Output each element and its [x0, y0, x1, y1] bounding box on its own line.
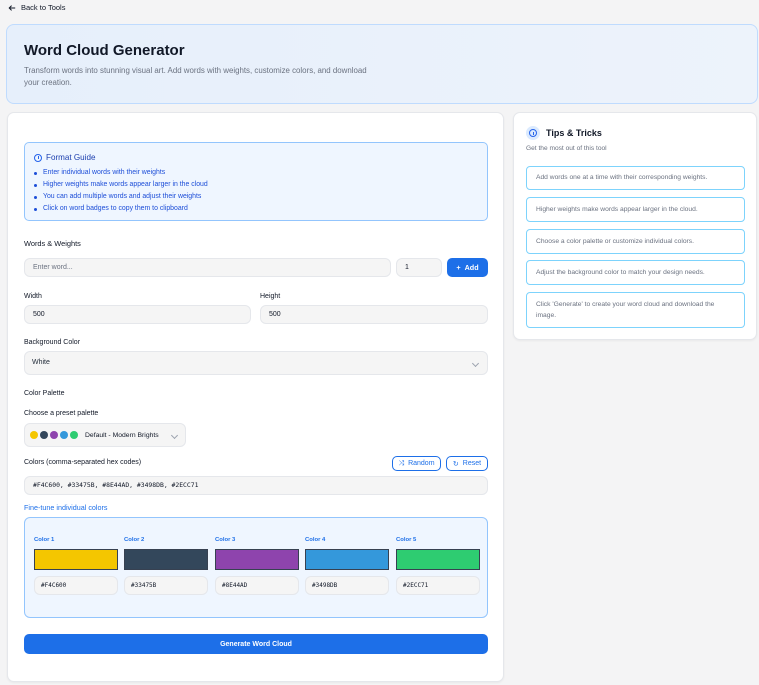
tips-panel: Tips & Tricks Get the most out of this t… [513, 112, 757, 340]
reset-button[interactable]: ↻ Reset [446, 456, 488, 471]
swatch-label: Color 5 [396, 537, 417, 543]
swatch-hex-input[interactable]: #3498DB [305, 576, 389, 595]
color-swatch-group: Color 2 #33475B [124, 537, 208, 595]
word-input[interactable]: Enter word... [24, 258, 391, 277]
chevron-down-icon [170, 431, 179, 440]
refresh-icon: ↻ [452, 460, 459, 468]
color-picker[interactable] [396, 549, 480, 570]
page-title: Word Cloud Generator [24, 42, 185, 59]
tip-item: Add words one at a time with their corre… [526, 166, 745, 190]
background-color-select[interactable]: White [24, 351, 488, 375]
tip-item: Choose a color palette or customize indi… [526, 229, 745, 254]
info-icon [34, 153, 42, 162]
guide-item: Enter individual words with their weight… [34, 167, 208, 179]
fine-tune-label: Fine-tune individual colors [24, 503, 108, 512]
fine-tune-panel: Color 1 #F4C600 Color 2 #33475B Color 3 … [24, 517, 488, 618]
color-swatch-group: Color 5 #2ECC71 [396, 537, 480, 595]
swatch-label: Color 2 [124, 537, 145, 543]
palette-dot [70, 431, 78, 439]
format-guide: Format Guide Enter individual words with… [24, 142, 488, 221]
page-header: Word Cloud Generator Transform words int… [6, 24, 758, 104]
page-subtitle: Transform words into stunning visual art… [24, 66, 367, 87]
height-label: Height [260, 293, 281, 300]
format-guide-title: Format Guide [34, 153, 95, 162]
info-icon [526, 126, 540, 140]
swatch-hex-input[interactable]: #33475B [124, 576, 208, 595]
generator-panel: Format Guide Enter individual words with… [7, 112, 504, 682]
guide-item: Higher weights make words appear larger … [34, 179, 208, 191]
swatch-label: Color 4 [305, 537, 326, 543]
shuffle-icon: ⤨ [398, 459, 405, 467]
generate-word-cloud-button[interactable]: Generate Word Cloud [24, 634, 488, 654]
color-palette-label: Color Palette [24, 390, 65, 397]
palette-dot [50, 431, 58, 439]
swatch-hex-input[interactable]: #F4C600 [34, 576, 118, 595]
add-word-button[interactable]: + Add [447, 258, 488, 277]
swatch-label: Color 3 [215, 537, 236, 543]
swatch-label: Color 1 [34, 537, 55, 543]
background-color-label: Background Color [24, 339, 81, 346]
tip-item: Click 'Generate' to create your word clo… [526, 292, 745, 328]
colors-hex-input[interactable]: #F4C600, #33475B, #8E44AD, #3498DB, #2EC… [24, 476, 488, 495]
palette-dot [30, 431, 38, 439]
color-picker[interactable] [34, 549, 118, 570]
tip-item: Adjust the background color to match you… [526, 260, 745, 285]
guide-item: Click on word badges to copy them to cli… [34, 203, 208, 215]
width-label: Width [24, 293, 42, 300]
preset-palette-value: Default - Modern Brights [85, 431, 159, 439]
width-input[interactable]: 500 [24, 305, 251, 324]
chevron-down-icon [471, 359, 480, 368]
color-swatch-group: Color 4 #3498DB [305, 537, 389, 595]
format-guide-list: Enter individual words with their weight… [34, 167, 208, 215]
color-picker[interactable] [124, 549, 208, 570]
tips-title: Tips & Tricks [526, 126, 602, 140]
preset-palette-select[interactable]: Default - Modern Brights [24, 423, 186, 447]
arrow-left-icon [8, 4, 16, 11]
palette-dot [40, 431, 48, 439]
swatch-hex-input[interactable]: #8E44AD [215, 576, 299, 595]
tip-item: Higher weights make words appear larger … [526, 197, 745, 222]
guide-item: You can add multiple words and adjust th… [34, 191, 208, 203]
background-color-value: White [32, 359, 50, 366]
palette-dot [60, 431, 68, 439]
back-label: Back to Tools [21, 3, 66, 12]
color-swatch-group: Color 1 #F4C600 [34, 537, 118, 595]
color-swatch-group: Color 3 #8E44AD [215, 537, 299, 595]
swatch-hex-input[interactable]: #2ECC71 [396, 576, 480, 595]
preset-palette-label: Choose a preset palette [24, 410, 99, 417]
back-to-tools-link[interactable]: Back to Tools [8, 3, 65, 12]
colors-hex-label: Colors (comma-separated hex codes) [24, 459, 142, 466]
random-button[interactable]: ⤨ Random [392, 456, 441, 471]
words-weights-label: Words & Weights [24, 239, 81, 248]
tips-subtitle: Get the most out of this tool [526, 145, 607, 152]
color-picker[interactable] [215, 549, 299, 570]
weight-input[interactable]: 1 [396, 258, 442, 277]
plus-icon: + [456, 263, 461, 272]
height-input[interactable]: 500 [260, 305, 488, 324]
color-picker[interactable] [305, 549, 389, 570]
